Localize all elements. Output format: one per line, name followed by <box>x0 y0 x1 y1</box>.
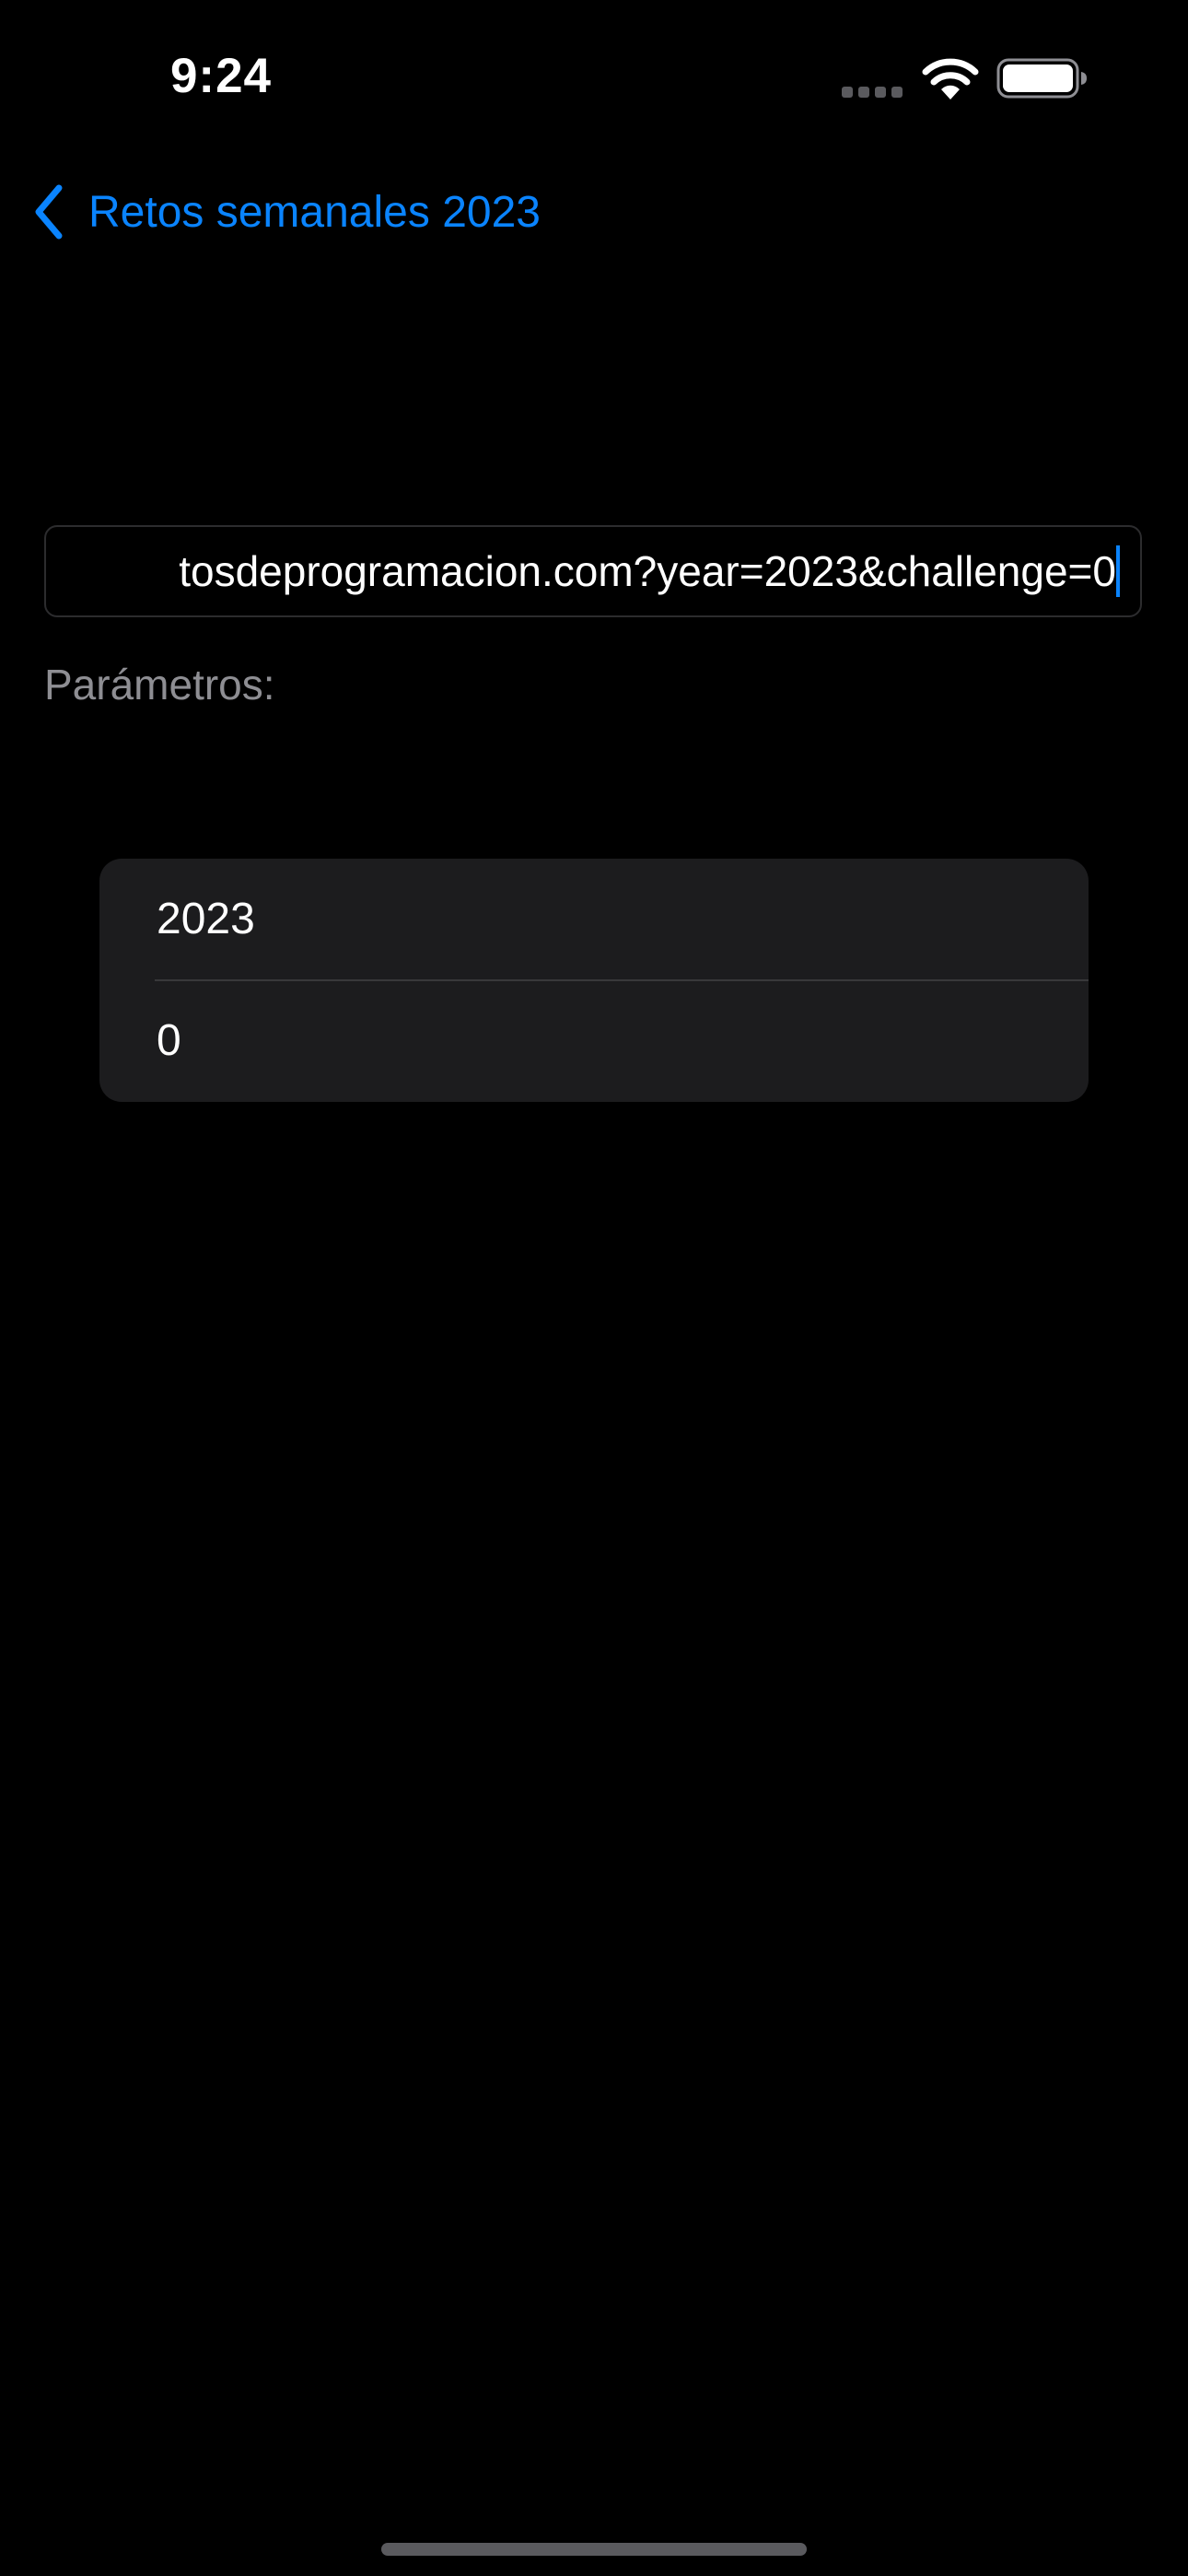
list-item[interactable]: 0 <box>99 980 1089 1102</box>
back-button[interactable]: Retos semanales 2023 <box>29 175 541 249</box>
text-cursor <box>1116 545 1120 597</box>
param-value: 0 <box>157 1016 181 1065</box>
list-item[interactable]: 2023 <box>99 859 1089 981</box>
battery-icon <box>996 58 1087 99</box>
param-value: 2023 <box>157 895 255 943</box>
status-bar: 9:24 <box>0 0 1188 157</box>
url-input-value: tosdeprogramacion.com?year=2023&challeng… <box>179 547 1116 595</box>
back-button-label: Retos semanales 2023 <box>88 187 541 237</box>
wifi-icon <box>922 58 979 100</box>
url-input[interactable]: tosdeprogramacion.com?year=2023&challeng… <box>44 525 1142 617</box>
chevron-left-icon <box>35 184 63 240</box>
status-time: 9:24 <box>169 49 273 103</box>
home-indicator[interactable] <box>381 2543 807 2556</box>
params-label: Parámetros: <box>44 661 275 708</box>
params-list: 2023 0 <box>99 859 1089 1102</box>
cellular-icon <box>842 87 904 100</box>
